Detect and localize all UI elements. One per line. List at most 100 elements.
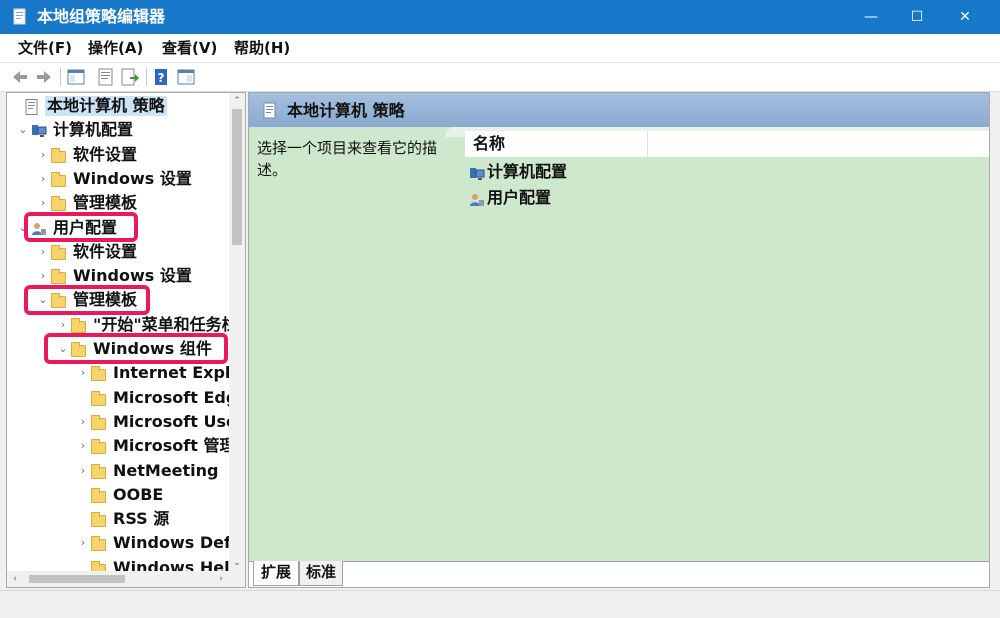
title-bar[interactable]: 本地组策略编辑器 — ☐ ✕ bbox=[0, 0, 1000, 34]
folder-icon bbox=[91, 390, 106, 406]
expand-chevron-icon bbox=[11, 98, 23, 114]
expand-chevron-icon[interactable]: › bbox=[57, 317, 69, 333]
scroll-down-icon[interactable]: ⌄ bbox=[229, 555, 245, 571]
scroll-thumb[interactable] bbox=[29, 575, 125, 583]
tree-item-label: Microsoft User Experience Virtualization bbox=[113, 411, 245, 431]
tree-item-start-menu-taskbar[interactable]: › "开始"菜单和任务栏 bbox=[7, 314, 238, 338]
tree-item-mmc[interactable]: › Microsoft 管理控制台 bbox=[7, 435, 245, 459]
help-icon[interactable]: ? bbox=[152, 67, 172, 87]
folder-icon bbox=[71, 317, 86, 333]
tree-item-user-config[interactable]: ⌄ 用户配置 bbox=[7, 217, 229, 241]
scroll-thumb[interactable] bbox=[232, 109, 242, 245]
tree-item-local-computer-policy[interactable]: 本地计算机 策略 bbox=[7, 95, 229, 119]
tree-item-label: 软件设置 bbox=[73, 144, 138, 164]
expand-chevron-icon[interactable]: › bbox=[77, 535, 89, 551]
expand-chevron-icon[interactable]: › bbox=[77, 463, 89, 479]
expand-chevron-icon[interactable]: › bbox=[77, 414, 89, 430]
tree-item-windows-components[interactable]: ⌄ Windows 组件 bbox=[7, 338, 229, 362]
folder-icon bbox=[91, 439, 106, 455]
folder-icon bbox=[71, 342, 86, 357]
tab-standard[interactable]: 标准 bbox=[299, 561, 343, 586]
expand-chevron-icon[interactable]: › bbox=[37, 147, 49, 163]
show-hide-console-tree-icon[interactable] bbox=[66, 67, 86, 87]
expanded-chevron-icon[interactable]: ⌄ bbox=[37, 292, 49, 308]
tree-item-label: OOBE bbox=[113, 484, 164, 504]
scroll-right-icon[interactable]: › bbox=[213, 571, 229, 587]
description-text: 选择一个项目来查看它的描述。 bbox=[257, 139, 438, 179]
svg-text:?: ? bbox=[158, 71, 165, 85]
export-list-icon[interactable] bbox=[120, 67, 140, 87]
back-icon[interactable] bbox=[10, 67, 30, 87]
minimize-button[interactable]: — bbox=[848, 0, 894, 34]
expand-chevron-icon[interactable]: › bbox=[77, 365, 89, 381]
expand-chevron-icon[interactable]: › bbox=[37, 268, 49, 284]
tree-item-windows-settings[interactable]: › Windows 设置 bbox=[7, 168, 229, 192]
tree-item-label: 用户配置 bbox=[53, 217, 118, 237]
tree-item-microsoft-uev[interactable]: › Microsoft User Experience Virtualizatio… bbox=[7, 411, 245, 435]
tree-vertical-scrollbar[interactable]: ⌃ ⌄ bbox=[229, 93, 245, 571]
folder-icon bbox=[51, 196, 66, 212]
tree-item-label: 管理模板 bbox=[73, 290, 138, 310]
user-config-icon bbox=[469, 192, 485, 206]
expanded-chevron-icon[interactable]: ⌄ bbox=[17, 220, 29, 236]
status-bar bbox=[0, 590, 1000, 618]
list-item-label: 计算机配置 bbox=[487, 162, 568, 181]
column-separator[interactable] bbox=[647, 131, 648, 157]
view-tabs: 扩展 标准 bbox=[249, 561, 989, 587]
policy-icon bbox=[13, 8, 27, 25]
details-pane: 本地计算机 策略 选择一个项目来查看它的描述。 名称 计算机配置 用户配置 扩展… bbox=[248, 92, 990, 588]
tree-item-label: Internet Explorer bbox=[113, 363, 245, 383]
folder-icon bbox=[91, 536, 106, 552]
tree-item-oobe[interactable]: OOBE bbox=[7, 484, 229, 508]
list-item-label: 用户配置 bbox=[487, 188, 552, 207]
menu-bar: 文件(F) 操作(A) 查看(V) 帮助(H) bbox=[0, 34, 1000, 62]
tree-item-software-settings[interactable]: › 软件设置 bbox=[7, 241, 229, 265]
expand-chevron-icon bbox=[77, 390, 89, 406]
list-header: 名称 bbox=[465, 131, 989, 157]
properties-icon[interactable] bbox=[96, 67, 116, 87]
expand-chevron-icon bbox=[77, 511, 89, 527]
forward-icon[interactable] bbox=[34, 67, 54, 87]
menu-view[interactable]: 查看(V) bbox=[162, 38, 217, 58]
scroll-up-icon[interactable]: ⌃ bbox=[229, 93, 245, 109]
list-item-computer-config[interactable]: 计算机配置 bbox=[469, 161, 769, 185]
expanded-chevron-icon[interactable]: ⌄ bbox=[57, 341, 69, 357]
tree-item-windows-defender[interactable]: › Windows Defender bbox=[7, 532, 245, 556]
tree-item-label: Microsoft Edge bbox=[113, 387, 246, 407]
console-tree[interactable]: 本地计算机 策略 ⌄ 计算机配置 › 软件设置 › Windows 设置 › 管理模板 ⌄ 用户配置… bbox=[6, 92, 246, 588]
expanded-chevron-icon[interactable]: ⌄ bbox=[17, 122, 29, 138]
column-header-name[interactable]: 名称 bbox=[473, 134, 505, 154]
maximize-button[interactable]: ☐ bbox=[894, 0, 940, 34]
menu-help[interactable]: 帮助(H) bbox=[234, 38, 290, 58]
menu-file[interactable]: 文件(F) bbox=[18, 38, 72, 58]
tree-item-label: Microsoft 管理控制台 bbox=[113, 436, 245, 456]
expand-chevron-icon[interactable]: › bbox=[37, 195, 49, 211]
scroll-left-icon[interactable]: ‹ bbox=[7, 571, 23, 587]
tab-extended[interactable]: 扩展 bbox=[253, 561, 299, 586]
tree-item-admin-templates[interactable]: ⌄ 管理模板 bbox=[7, 289, 229, 313]
menu-action[interactable]: 操作(A) bbox=[88, 38, 143, 58]
tree-item-label: Windows 设置 bbox=[73, 168, 192, 188]
tree-item-microsoft-edge[interactable]: Microsoft Edge bbox=[7, 387, 245, 411]
folder-icon bbox=[91, 512, 106, 528]
expand-chevron-icon[interactable]: › bbox=[77, 438, 89, 454]
computer-config-icon bbox=[469, 166, 485, 180]
expand-chevron-icon[interactable]: › bbox=[37, 244, 49, 260]
list-item-user-config[interactable]: 用户配置 bbox=[469, 187, 769, 211]
tree-item-computer-config[interactable]: ⌄ 计算机配置 bbox=[7, 119, 229, 143]
expand-chevron-icon[interactable]: › bbox=[37, 171, 49, 187]
user-config-icon bbox=[31, 221, 47, 235]
tree-item-rss-feeds[interactable]: RSS 源 bbox=[7, 508, 229, 532]
policy-icon bbox=[263, 102, 277, 119]
tree-item-netmeeting[interactable]: › NetMeeting bbox=[7, 460, 229, 484]
tree-item-label: Windows 组件 bbox=[93, 339, 212, 358]
close-button[interactable]: ✕ bbox=[942, 0, 988, 34]
tree-item-windows-settings[interactable]: › Windows 设置 bbox=[7, 265, 229, 289]
tree-item-internet-explorer[interactable]: › Internet Explorer bbox=[7, 362, 245, 386]
tree-item-admin-templates[interactable]: › 管理模板 bbox=[7, 192, 229, 216]
tree-item-software-settings[interactable]: › 软件设置 bbox=[7, 144, 229, 168]
tree-item-label: Windows Defender bbox=[113, 533, 245, 553]
show-hide-action-pane-icon[interactable] bbox=[176, 67, 196, 87]
tree-item-label: 计算机配置 bbox=[53, 120, 134, 140]
tree-horizontal-scrollbar[interactable]: ‹ › bbox=[7, 571, 245, 587]
